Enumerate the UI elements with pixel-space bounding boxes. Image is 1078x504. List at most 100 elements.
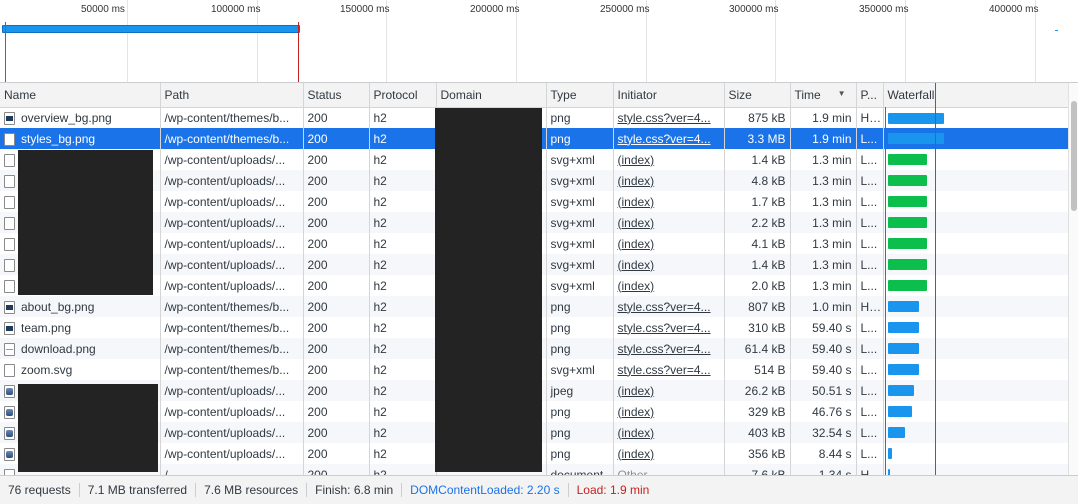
cell-initiator[interactable]: (index) <box>613 191 725 212</box>
cell-type: png <box>546 401 614 422</box>
cell-initiator-text: style.css?ver=4... <box>617 341 711 356</box>
column-header-type[interactable]: Type <box>546 83 614 108</box>
cell-priority-text: L... <box>860 215 878 230</box>
cell-initiator[interactable]: style.css?ver=4... <box>613 128 725 149</box>
waterfall-bar <box>887 406 913 417</box>
cell-path-text: /wp-content/uploads/... <box>164 236 286 251</box>
cell-size: 1.4 kB <box>724 254 791 275</box>
cell-protocol: h2 <box>369 338 437 359</box>
cell-initiator[interactable]: style.css?ver=4... <box>613 338 725 359</box>
cell-name-text: overview_bg.png <box>21 110 112 125</box>
waterfall-bar <box>887 322 919 333</box>
cell-type-text: png <box>550 131 571 146</box>
cell-size-text: 2.2 kB <box>751 215 786 230</box>
cell-waterfall <box>883 380 1068 401</box>
column-header-size[interactable]: Size <box>724 83 791 108</box>
cell-initiator[interactable]: style.css?ver=4... <box>613 359 725 380</box>
column-header-name[interactable]: Name <box>0 83 161 108</box>
column-header-status[interactable]: Status <box>303 83 370 108</box>
cell-status-text: 200 <box>307 383 328 398</box>
column-header-domain[interactable]: Domain <box>436 83 547 108</box>
cell-path-text: /wp-content/uploads/... <box>164 383 286 398</box>
cell-type: svg+xml <box>546 359 614 380</box>
cell-type: png <box>546 317 614 338</box>
waterfall-load-line <box>935 83 936 475</box>
cell-path-text: /wp-content/themes/b... <box>164 110 290 125</box>
cell-priority: L... <box>856 170 884 191</box>
cell-status: 200 <box>303 296 370 317</box>
cell-type: svg+xml <box>546 275 614 296</box>
cell-priority: L... <box>856 359 884 380</box>
cell-initiator-text: (index) <box>617 446 655 461</box>
overview-tick-line <box>127 0 128 82</box>
cell-status-text: 200 <box>307 299 328 314</box>
overview-tick-label: 300000 ms <box>729 4 779 15</box>
cell-path: /wp-content/uploads/... <box>160 212 304 233</box>
cell-waterfall <box>883 338 1068 359</box>
cell-time-text: 59.40 s <box>812 362 852 377</box>
scrollbar-thumb[interactable] <box>1071 101 1077 211</box>
overview-tick-label: 250000 ms <box>600 4 650 15</box>
cell-type: png <box>546 422 614 443</box>
cell-initiator[interactable]: style.css?ver=4... <box>613 107 725 128</box>
redacted-names-block-2 <box>18 384 158 472</box>
cell-initiator[interactable]: style.css?ver=4... <box>613 317 725 338</box>
cell-initiator[interactable]: (index) <box>613 443 725 464</box>
cell-path: /wp-content/uploads/... <box>160 254 304 275</box>
overview-timeline[interactable]: 50000 ms 100000 ms 150000 ms 200000 ms 25000… <box>0 0 1078 83</box>
cell-protocol: h2 <box>369 275 437 296</box>
cell-name-text: download.png <box>21 341 96 356</box>
image-file-icon <box>4 300 15 314</box>
cell-initiator-text: (index) <box>617 257 655 272</box>
cell-protocol-text: h2 <box>373 299 387 314</box>
column-header-priority[interactable]: P... <box>856 83 884 108</box>
column-header-path[interactable]: Path <box>160 83 304 108</box>
cell-path-text: /wp-content/uploads/... <box>164 446 286 461</box>
cell-initiator[interactable]: (index) <box>613 275 725 296</box>
cell-name-text: styles_bg.png <box>21 131 96 146</box>
waterfall-bar <box>887 280 928 291</box>
cell-initiator[interactable]: (index) <box>613 212 725 233</box>
cell-time: 50.51 s <box>790 380 857 401</box>
overview-tick-label: 150000 ms <box>340 4 390 15</box>
cell-priority-text: H... <box>860 110 880 125</box>
cell-initiator[interactable]: (index) <box>613 149 725 170</box>
cell-path-text: /wp-content/uploads/... <box>164 215 286 230</box>
cell-waterfall <box>883 317 1068 338</box>
cell-name-text: team.png <box>21 320 72 335</box>
overview-dcl-marker <box>5 22 6 82</box>
cell-size-text: 356 kB <box>748 446 786 461</box>
column-header-time[interactable]: Time <box>790 83 857 108</box>
cell-protocol: h2 <box>369 401 437 422</box>
cell-priority-text: L... <box>860 278 878 293</box>
cell-status: 200 <box>303 107 370 128</box>
column-header-protocol[interactable]: Protocol <box>369 83 437 108</box>
cell-initiator[interactable]: (index) <box>613 422 725 443</box>
cell-type-text: document <box>550 467 604 476</box>
cell-size-text: 3.3 MB <box>747 131 786 146</box>
cell-path: /wp-content/themes/b... <box>160 296 304 317</box>
cell-waterfall <box>883 254 1068 275</box>
image-file-icon <box>4 111 15 125</box>
cell-priority-text: L... <box>860 404 878 419</box>
cell-initiator[interactable]: (index) <box>613 254 725 275</box>
cell-initiator[interactable]: (index) <box>613 233 725 254</box>
column-header-initiator[interactable]: Initiator <box>613 83 725 108</box>
file-icon <box>4 363 15 377</box>
cell-name: zoom.svg <box>0 359 161 380</box>
cell-name-text: about_bg.png <box>21 299 95 314</box>
cell-initiator[interactable]: style.css?ver=4... <box>613 296 725 317</box>
cell-status: 200 <box>303 443 370 464</box>
column-header-waterfall[interactable]: Waterfall <box>883 83 1068 108</box>
cell-type: png <box>546 107 614 128</box>
cell-time-text: 1.9 min <box>812 131 852 146</box>
cell-waterfall <box>883 128 1068 149</box>
cell-initiator[interactable]: (index) <box>613 170 725 191</box>
vertical-scrollbar[interactable] <box>1068 83 1078 475</box>
cell-type-text: svg+xml <box>550 257 595 272</box>
cell-initiator[interactable]: (index) <box>613 380 725 401</box>
cell-time: 1.3 min <box>790 212 857 233</box>
cell-initiator[interactable]: (index) <box>613 401 725 422</box>
cell-time: 1.3 min <box>790 233 857 254</box>
cell-size-text: 807 kB <box>748 299 786 314</box>
